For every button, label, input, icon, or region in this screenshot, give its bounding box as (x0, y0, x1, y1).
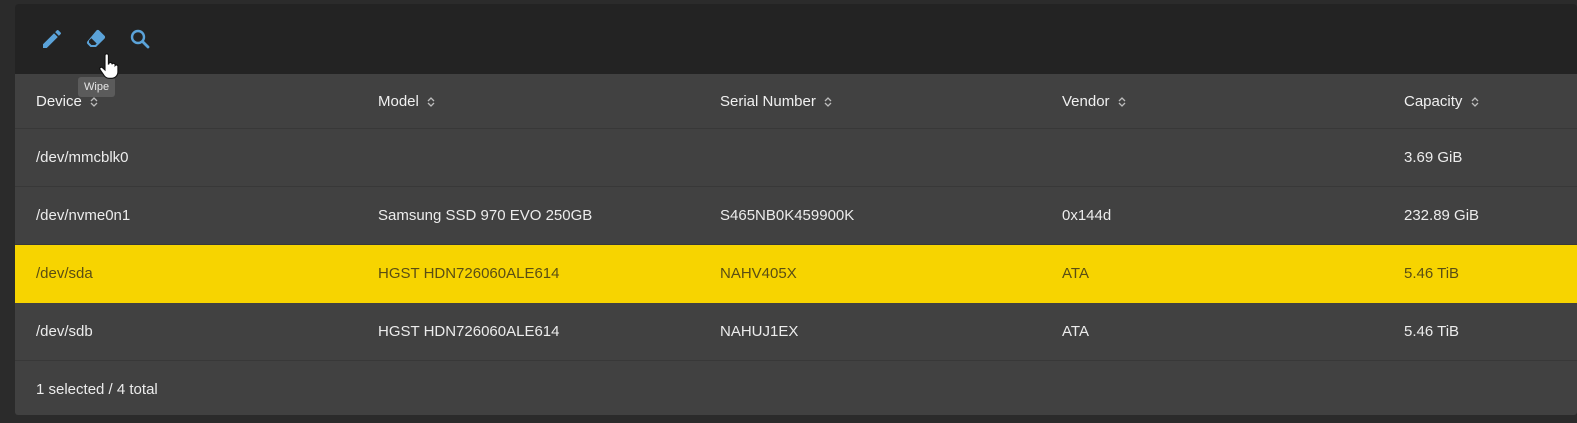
cell-model: HGST HDN726060ALE614 (378, 265, 560, 282)
eraser-icon (86, 29, 106, 47)
table-header: Device Model Serial Number Vendor Capaci… (15, 74, 1577, 129)
column-header-device[interactable]: Device (15, 93, 357, 110)
disks-panel: Device Model Serial Number Vendor Capaci… (15, 4, 1577, 415)
cell-model: HGST HDN726060ALE614 (378, 323, 560, 340)
sort-icon (1118, 96, 1126, 107)
toolbar (15, 4, 1577, 74)
cell-serial: S465NB0K459900K (720, 207, 855, 224)
wipe-button[interactable] (81, 24, 111, 54)
cell-serial: NAHUJ1EX (720, 323, 799, 340)
search-icon (130, 29, 150, 49)
column-header-model[interactable]: Model (357, 93, 699, 110)
cell-serial: NAHV405X (720, 265, 797, 282)
sort-icon (427, 96, 435, 107)
table-row[interactable]: /dev/mmcblk0 3.69 GiB (15, 129, 1577, 187)
column-label: Serial Number (720, 92, 816, 110)
cell-capacity: 232.89 GiB (1404, 207, 1480, 224)
cell-capacity: 5.46 TiB (1404, 323, 1460, 340)
search-button[interactable] (125, 24, 155, 54)
table-row-selected[interactable]: /dev/sda HGST HDN726060ALE614 NAHV405X A… (15, 245, 1577, 303)
table-row[interactable]: /dev/nvme0n1 Samsung SSD 970 EVO 250GB S… (15, 187, 1577, 245)
table-footer-status: 1 selected / 4 total (36, 381, 158, 398)
hand-cursor-icon (99, 53, 119, 79)
cell-device: /dev/mmcblk0 (36, 149, 129, 166)
column-label: Vendor (1062, 92, 1110, 110)
disks-table: Device Model Serial Number Vendor Capaci… (15, 74, 1577, 361)
column-label: Device (36, 92, 82, 110)
column-header-serial-number[interactable]: Serial Number (699, 93, 1041, 110)
cell-capacity: 5.46 TiB (1404, 265, 1460, 282)
wipe-tooltip: Wipe (78, 77, 116, 97)
cell-device: /dev/nvme0n1 (36, 207, 131, 224)
cell-device: /dev/sda (36, 265, 93, 282)
cell-device: /dev/sdb (36, 323, 93, 340)
cell-model: Samsung SSD 970 EVO 250GB (378, 207, 593, 224)
column-label: Model (378, 92, 419, 110)
column-label: Capacity (1404, 92, 1463, 110)
sort-icon (90, 96, 98, 107)
cell-vendor: ATA (1062, 265, 1089, 282)
sort-icon (1471, 96, 1478, 107)
column-header-vendor[interactable]: Vendor (1041, 93, 1383, 110)
table-row[interactable]: /dev/sdb HGST HDN726060ALE614 NAHUJ1EX A… (15, 303, 1577, 361)
cell-vendor: ATA (1062, 323, 1089, 340)
sort-icon (824, 96, 832, 107)
cell-vendor: 0x144d (1062, 207, 1112, 224)
column-header-capacity[interactable]: Capacity (1383, 93, 1577, 110)
edit-button[interactable] (37, 24, 67, 54)
cell-capacity: 3.69 GiB (1404, 149, 1463, 166)
pencil-icon (43, 29, 62, 48)
